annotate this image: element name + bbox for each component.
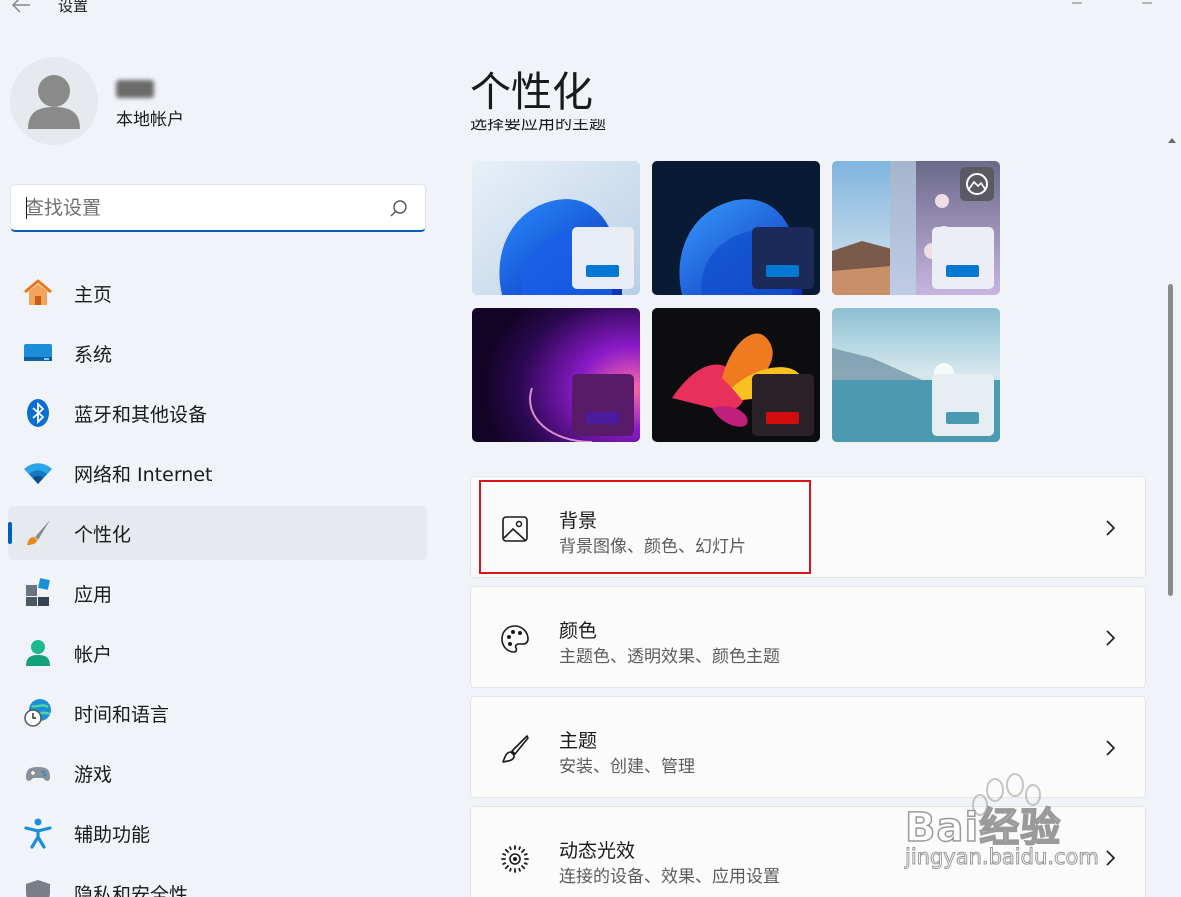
active-indicator	[8, 522, 12, 544]
card-title: 动态光效	[559, 840, 636, 862]
sidebar-item-label: 蓝牙和其他设备	[74, 404, 208, 426]
wifi-icon	[24, 463, 52, 484]
sidebar-item-label: 网络和 Internet	[74, 464, 213, 486]
theme-tile-dark-bloom[interactable]	[652, 161, 820, 295]
sidebar-item-privacy[interactable]: 隐私和安全性	[8, 866, 427, 897]
theme-tile-captured-motion[interactable]	[652, 308, 820, 442]
chevron-right-icon	[1106, 740, 1116, 756]
sidebar-item-home[interactable]: 主页	[8, 266, 427, 320]
sidebar-item-system[interactable]: 系统	[8, 326, 427, 380]
theme-window-preview	[752, 374, 814, 436]
sidebar-item-label: 时间和语言	[74, 704, 170, 726]
text-caret	[26, 197, 27, 219]
sidebar-item-apps[interactable]: 应用	[8, 566, 427, 620]
watermark-url: jingyan.baidu.com	[905, 845, 1100, 870]
section-label: 选择要应用的主题	[470, 119, 606, 134]
title-bar: 设置	[0, 0, 1181, 20]
theme-window-preview	[572, 227, 634, 289]
back-arrow-icon[interactable]	[10, 0, 32, 16]
sidebar-item-accounts[interactable]: 帐户	[8, 626, 427, 680]
spotlight-badge	[960, 167, 994, 201]
maximize-icon[interactable]	[1140, 0, 1154, 4]
gamepad-icon	[26, 767, 50, 781]
time-language-icon	[24, 699, 51, 727]
theme-tile-glow[interactable]	[472, 308, 640, 442]
user-silhouette-icon	[28, 75, 80, 129]
sidebar-item-label: 辅助功能	[74, 824, 151, 846]
home-icon	[24, 279, 52, 305]
theme-window-preview	[752, 227, 814, 289]
search-box[interactable]	[10, 184, 426, 232]
brush-icon	[502, 735, 529, 763]
card-subtitle: 主题色、透明效果、颜色主题	[559, 647, 780, 667]
theme-window-preview	[572, 374, 634, 436]
minimize-icon[interactable]	[1070, 0, 1084, 4]
card-subtitle: 连接的设备、效果、应用设置	[559, 867, 780, 887]
apps-icon	[26, 578, 50, 606]
sidebar-item-network[interactable]: 网络和 Internet	[8, 446, 427, 500]
bluetooth-icon	[27, 399, 49, 427]
search-input[interactable]	[25, 195, 375, 221]
theme-tile-flow[interactable]	[832, 308, 1000, 442]
shield-icon	[26, 880, 50, 897]
card-title: 主题	[559, 730, 598, 752]
theme-tile-spotlight[interactable]	[832, 161, 1000, 295]
card-subtitle: 安装、创建、管理	[559, 757, 695, 777]
sidebar-item-label: 主页	[74, 284, 113, 306]
sidebar-item-label: 游戏	[74, 764, 113, 786]
dynamic-lighting-icon	[501, 845, 529, 873]
chevron-right-icon	[1106, 520, 1116, 536]
system-icon	[24, 344, 52, 361]
theme-window-preview	[932, 227, 994, 289]
account-type: 本地帐户	[116, 110, 184, 130]
app-title: 设置	[58, 0, 89, 15]
sidebar-item-personalization[interactable]: 个性化	[8, 506, 427, 560]
sidebar-item-label: 隐私和安全性	[74, 884, 189, 897]
theme-window-preview	[932, 374, 994, 436]
sidebar-item-gaming[interactable]: 游戏	[8, 746, 427, 800]
sidebar-item-label: 系统	[74, 344, 113, 366]
search-icon[interactable]	[389, 199, 409, 219]
page-title: 个性化	[470, 68, 593, 116]
accessibility-icon	[24, 818, 52, 849]
theme-accent-swatch	[766, 265, 799, 277]
theme-tile-light-bloom[interactable]	[472, 161, 640, 295]
brush-icon	[27, 520, 50, 545]
scroll-up-arrow-icon[interactable]	[1167, 136, 1177, 144]
setting-card-colors[interactable]: 颜色 主题色、透明效果、颜色主题	[470, 586, 1146, 688]
sidebar-item-accessibility[interactable]: 辅助功能	[8, 806, 427, 860]
sidebar-item-label: 帐户	[74, 644, 113, 666]
card-title: 颜色	[559, 620, 598, 642]
annotation-highlight-box	[479, 480, 811, 574]
palette-icon	[501, 625, 529, 653]
user-name-redacted	[116, 80, 154, 98]
theme-accent-swatch	[766, 412, 799, 424]
theme-accent-swatch	[946, 265, 979, 277]
scrollbar-thumb[interactable]	[1168, 284, 1173, 596]
sidebar-item-label: 个性化	[74, 524, 132, 546]
sidebar-item-time-language[interactable]: 时间和语言	[8, 686, 427, 740]
avatar[interactable]	[10, 57, 98, 145]
spotlight-icon	[966, 173, 988, 195]
account-icon	[26, 640, 50, 666]
chevron-right-icon	[1106, 630, 1116, 646]
theme-accent-swatch	[586, 412, 619, 424]
sidebar-item-label: 应用	[74, 584, 113, 606]
sidebar-item-bluetooth[interactable]: 蓝牙和其他设备	[8, 386, 427, 440]
theme-accent-swatch	[586, 265, 619, 277]
theme-accent-swatch	[946, 412, 979, 424]
